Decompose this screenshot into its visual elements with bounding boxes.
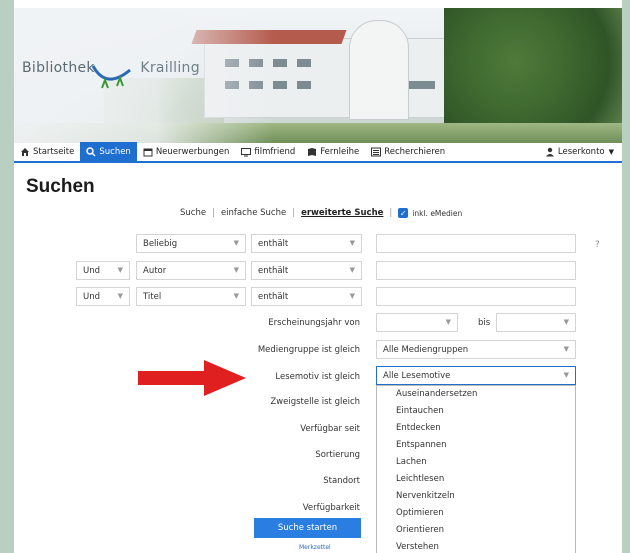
label-lesemotiv: Lesemotiv ist gleich <box>275 372 360 382</box>
dropdown-option[interactable]: Entspannen <box>377 437 575 454</box>
dropdown-option[interactable]: Lachen <box>377 454 575 471</box>
field-select-value: Titel <box>143 292 162 302</box>
user-icon <box>545 147 554 157</box>
operator-select-value: Und <box>83 266 101 276</box>
emedien-checkbox[interactable]: ✓ <box>398 208 409 218</box>
chevron-down-icon: ▼ <box>233 266 239 274</box>
monitor-icon <box>241 148 252 157</box>
operator-select-2[interactable]: Und ▼ <box>76 261 130 280</box>
field-select-3[interactable]: Titel ▼ <box>136 287 246 306</box>
chevron-down-icon: ▼ <box>233 239 239 247</box>
label-erscheinungsjahr: Erscheinungsjahr von <box>268 318 360 328</box>
emedien-label: inkl. eMedien <box>412 208 463 218</box>
match-select-value: enthält <box>258 292 289 302</box>
book-icon <box>308 148 317 156</box>
nav-item-suchen[interactable]: Suchen <box>80 142 137 162</box>
label-verfuegbar-seit: Verfügbar seit <box>300 424 360 434</box>
chevron-down-icon: ▼ <box>349 239 355 247</box>
nav-item-filmfriend[interactable]: filmfriend <box>235 142 301 162</box>
nav-label: Suchen <box>99 147 131 157</box>
chevron-down-icon: ▼ <box>349 266 355 274</box>
nav-item-neuerwerbungen[interactable]: Neuerwerbungen <box>137 142 236 162</box>
field-select-value: Autor <box>143 266 167 276</box>
year-to-select[interactable]: ▼ <box>496 313 576 332</box>
mode-erweiterte-suche[interactable]: erweiterte Suche <box>301 208 383 218</box>
label-zweigstelle: Zweigstelle ist gleich <box>270 397 360 407</box>
chevron-down-icon: ▼ <box>445 318 451 326</box>
year-from-select[interactable]: ▼ <box>376 313 458 332</box>
page-title: Suchen <box>26 176 95 197</box>
chevron-down-icon: ▼ <box>563 318 569 326</box>
chevron-down-icon: ▼ <box>117 292 123 300</box>
nav-label: Neuerwerbungen <box>155 147 230 157</box>
nav-label: Recherchieren <box>384 147 446 157</box>
nav-label: Startseite <box>33 147 75 157</box>
logo-text-krailling: Krailling <box>140 60 200 76</box>
match-select-2[interactable]: enthält ▼ <box>251 261 362 280</box>
chevron-down-icon: ▼ <box>233 292 239 300</box>
chevron-down-icon: ▼ <box>117 266 123 274</box>
dropdown-option[interactable]: Verstehen <box>377 539 575 553</box>
nav-item-startseite[interactable]: Startseite <box>14 142 80 162</box>
dropdown-option[interactable]: Leichtlesen <box>377 471 575 488</box>
lesemotiv-select[interactable]: Alle Lesemotive ▼ <box>376 366 576 385</box>
nav-label: Fernleihe <box>320 147 360 157</box>
field-select-2[interactable]: Autor ▼ <box>136 261 246 280</box>
nav-label: filmfriend <box>254 147 296 157</box>
dropdown-option[interactable]: Eintauchen <box>377 403 575 420</box>
match-select-1[interactable]: enthält ▼ <box>251 234 362 253</box>
label-bis: bis <box>478 318 491 328</box>
search-term-input-1[interactable] <box>376 234 576 253</box>
list-icon <box>371 147 382 157</box>
chevron-down-icon: ▼ <box>349 292 355 300</box>
dropdown-option[interactable]: Auseinandersetzen <box>377 386 575 403</box>
label-mediengruppe: Mediengruppe ist gleich <box>257 345 360 355</box>
label-verfuegbarkeit: Verfügbarkeit <box>302 503 360 513</box>
header-banner: Bibliothek Krailling <box>14 8 622 143</box>
caret-down-icon: ▼ <box>608 148 614 156</box>
match-select-value: enthält <box>258 239 289 249</box>
operator-select-value: Und <box>83 292 101 302</box>
banner-tower <box>349 20 409 120</box>
dropdown-option[interactable]: Optimieren <box>377 505 575 522</box>
mediengruppe-value: Alle Mediengruppen <box>383 345 469 355</box>
nav-item-fernleihe[interactable]: Fernleihe <box>301 142 365 162</box>
lesemotiv-value: Alle Lesemotive <box>383 371 451 381</box>
merkzettel-link[interactable]: Merkzettel <box>299 544 331 551</box>
chevron-down-icon: ▼ <box>563 345 569 353</box>
operator-select-3[interactable]: Und ▼ <box>76 287 130 306</box>
page: Bibliothek Krailling Startseite Suchen N… <box>14 0 622 553</box>
dropdown-option[interactable]: Orientieren <box>377 522 575 539</box>
nav-label: Leserkonto <box>557 147 605 157</box>
dropdown-option[interactable]: Entdecken <box>377 420 575 437</box>
search-submit-button[interactable]: Suche starten <box>254 518 361 538</box>
match-select-value: enthält <box>258 266 289 276</box>
nav-item-recherchieren[interactable]: Recherchieren <box>365 142 451 162</box>
field-select-1[interactable]: Beliebig ▼ <box>136 234 246 253</box>
field-select-value: Beliebig <box>143 239 178 249</box>
nav-item-leserkonto[interactable]: Leserkonto ▼ <box>539 142 622 162</box>
home-icon <box>21 148 29 156</box>
calendar-icon <box>143 148 153 157</box>
logo-text-bibliothek: Bibliothek <box>22 60 95 76</box>
main-nav: Startseite Suchen Neuerwerbungen filmfri… <box>14 142 622 163</box>
search-mode-tabs: Suche | einfache Suche | erweiterte Such… <box>180 208 463 218</box>
dropdown-option[interactable]: Nervenkitzeln <box>377 488 575 505</box>
label-sortierung: Sortierung <box>315 450 360 460</box>
mediengruppe-select[interactable]: Alle Mediengruppen ▼ <box>376 340 576 359</box>
mode-suche[interactable]: Suche <box>180 208 206 218</box>
help-icon[interactable]: ? <box>595 240 600 250</box>
search-term-input-3[interactable] <box>376 287 576 306</box>
search-term-input-2[interactable] <box>376 261 576 280</box>
label-standort: Standort <box>323 476 360 486</box>
logo-swoosh-icon <box>92 65 131 89</box>
match-select-3[interactable]: enthält ▼ <box>251 287 362 306</box>
mode-einfache-suche[interactable]: einfache Suche <box>221 208 286 218</box>
lesemotiv-dropdown-list: Auseinandersetzen Eintauchen Entdecken E… <box>376 385 576 553</box>
red-arrow-pointer <box>138 360 246 396</box>
chevron-down-icon: ▼ <box>563 371 569 379</box>
search-icon <box>86 147 96 157</box>
